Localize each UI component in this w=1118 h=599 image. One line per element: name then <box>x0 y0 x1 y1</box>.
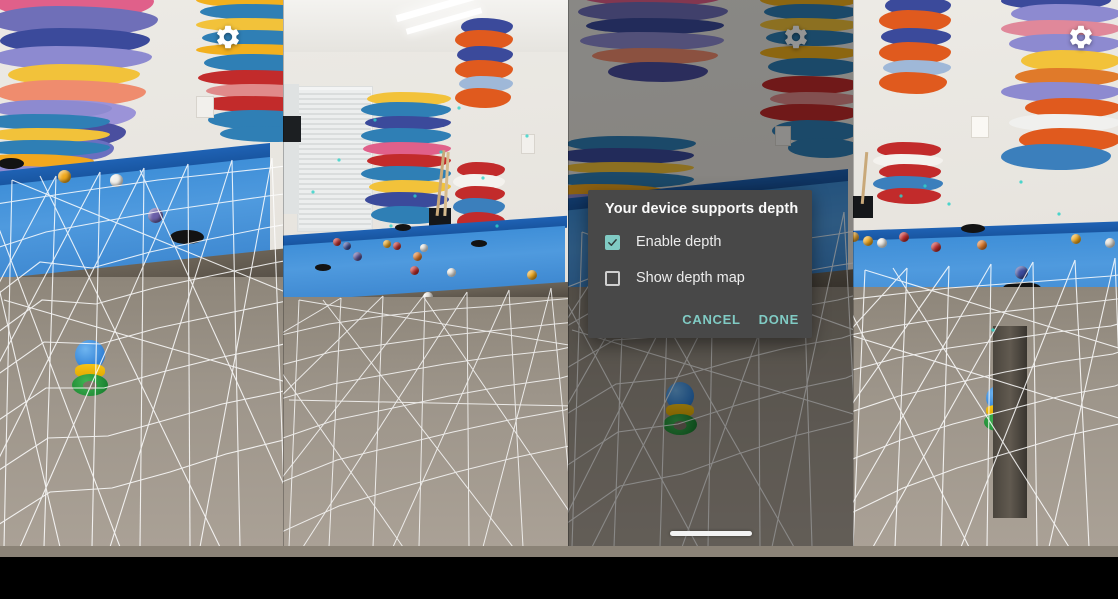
cancel-button[interactable]: CANCEL <box>682 310 740 329</box>
done-button[interactable]: DONE <box>759 310 799 329</box>
table-leg-4-front-occluder <box>993 326 1027 518</box>
option-row-enable-depth[interactable]: Enable depth <box>605 234 721 250</box>
screenshot-stage: Your device supports depth Enable depth … <box>0 0 1118 599</box>
panel-seam-3 <box>853 0 854 547</box>
wall-switch-plate-1 <box>196 96 214 118</box>
dark-monitor-2 <box>283 116 301 142</box>
depth-settings-dialog: Your device supports depth Enable depth … <box>588 190 812 338</box>
wall-art-right <box>196 0 283 142</box>
bottom-gray-strip <box>0 546 1118 557</box>
floor-1 <box>0 277 283 547</box>
panel-1 <box>0 0 283 547</box>
home-indicator-bar[interactable] <box>669 531 752 536</box>
ar-marker-1 <box>68 340 112 398</box>
wall-switch-plate-2 <box>521 134 535 154</box>
settings-gear-icon-panel-4[interactable] <box>1067 23 1095 51</box>
wall-art-orange-4 <box>879 0 951 96</box>
wall-notice-4 <box>971 116 989 138</box>
wall-art-red-4 <box>873 142 943 204</box>
floor-2 <box>283 297 568 547</box>
wall-art-orange-2 <box>455 18 513 110</box>
check-icon <box>608 238 617 246</box>
ar-camera-view-2 <box>283 0 568 547</box>
settings-gear-icon-panel-1[interactable] <box>214 23 242 51</box>
panel-2 <box>283 0 568 547</box>
ar-camera-view-1 <box>0 0 283 547</box>
show-depth-map-label: Show depth map <box>636 270 745 286</box>
wall-art-big-right-4 <box>1001 0 1118 172</box>
show-depth-map-checkbox[interactable] <box>605 270 620 286</box>
dialog-title: Your device supports depth <box>605 201 799 217</box>
enable-depth-checkbox[interactable] <box>605 234 620 250</box>
enable-depth-label: Enable depth <box>636 234 722 250</box>
panel-seam-2 <box>568 0 569 547</box>
panel-4 <box>853 0 1118 547</box>
left-window-2 <box>283 84 299 214</box>
ar-camera-view-4 <box>853 0 1118 547</box>
bottom-black-bar <box>0 557 1118 599</box>
panel-seam-1 <box>283 0 284 547</box>
dialog-actions: CANCEL DONE <box>682 310 799 329</box>
option-row-show-depth-map[interactable]: Show depth map <box>605 270 745 286</box>
